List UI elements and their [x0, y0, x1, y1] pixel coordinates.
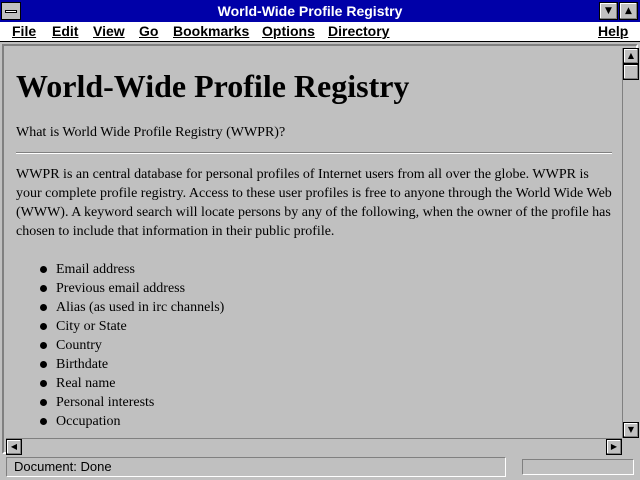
list-item: Alias (as used in irc channels): [40, 298, 224, 317]
list-item: Occupation: [40, 412, 224, 431]
page-heading: World-Wide Profile Registry: [16, 68, 410, 104]
menu-view[interactable]: View: [93, 23, 125, 40]
list-item: Email address: [40, 260, 224, 279]
menu-directory[interactable]: Directory: [328, 23, 389, 40]
vertical-scroll-thumb[interactable]: [623, 64, 639, 80]
bullet-icon: [40, 361, 47, 368]
bullet-icon: [40, 304, 47, 311]
arrow-up-icon[interactable]: ▲: [623, 48, 639, 64]
scrollbar-corner: [622, 438, 638, 454]
vertical-scrollbar[interactable]: ▲ ▼: [622, 48, 639, 438]
title-bar[interactable]: World-Wide Profile Registry ▼ ▲: [0, 0, 640, 22]
intro-paragraph: WWPR is an central database for personal…: [16, 167, 612, 239]
horizontal-scrollbar[interactable]: ◀ ▶: [6, 438, 622, 455]
bullet-icon: [40, 342, 47, 349]
horizontal-rule: [16, 152, 612, 154]
menu-help[interactable]: Help: [598, 23, 628, 40]
list-item: Personal interests: [40, 393, 224, 412]
window-title: World-Wide Profile Registry: [217, 3, 403, 19]
intro-question: What is World Wide Profile Registry (WWP…: [16, 125, 286, 140]
list-item: Real name: [40, 374, 224, 393]
menu-file[interactable]: File: [12, 23, 36, 40]
menu-edit[interactable]: Edit: [52, 23, 78, 40]
bullet-icon: [40, 323, 47, 330]
content-frame: World-Wide Profile Registry What is Worl…: [2, 44, 639, 455]
system-menu-icon[interactable]: [1, 2, 21, 20]
arrow-right-icon[interactable]: ▶: [606, 439, 622, 455]
list-item: Birthdate: [40, 355, 224, 374]
list-item: Previous email address: [40, 279, 224, 298]
search-fields-list: Email address Previous email address Ali…: [40, 260, 224, 431]
status-bar: Document: Done: [0, 456, 640, 480]
bullet-icon: [40, 418, 47, 425]
bullet-icon: [40, 399, 47, 406]
progress-indicator: [522, 459, 634, 475]
menu-options[interactable]: Options: [262, 23, 315, 40]
list-item: City or State: [40, 317, 224, 336]
menu-bar: File Edit View Go Bookmarks Options Dire…: [0, 22, 640, 42]
bullet-icon: [40, 380, 47, 387]
minimize-icon[interactable]: ▼: [599, 2, 618, 20]
browser-window: World-Wide Profile Registry ▼ ▲ File Edi…: [0, 0, 640, 480]
status-text: Document: Done: [6, 457, 506, 477]
bullet-icon: [40, 266, 47, 273]
arrow-down-icon[interactable]: ▼: [623, 422, 639, 438]
list-item: Country: [40, 336, 224, 355]
arrow-left-icon[interactable]: ◀: [6, 439, 22, 455]
menu-bookmarks[interactable]: Bookmarks: [173, 23, 249, 40]
maximize-icon[interactable]: ▲: [619, 2, 638, 20]
menu-go[interactable]: Go: [139, 23, 158, 40]
bullet-icon: [40, 285, 47, 292]
document-view: World-Wide Profile Registry What is Worl…: [6, 48, 622, 438]
